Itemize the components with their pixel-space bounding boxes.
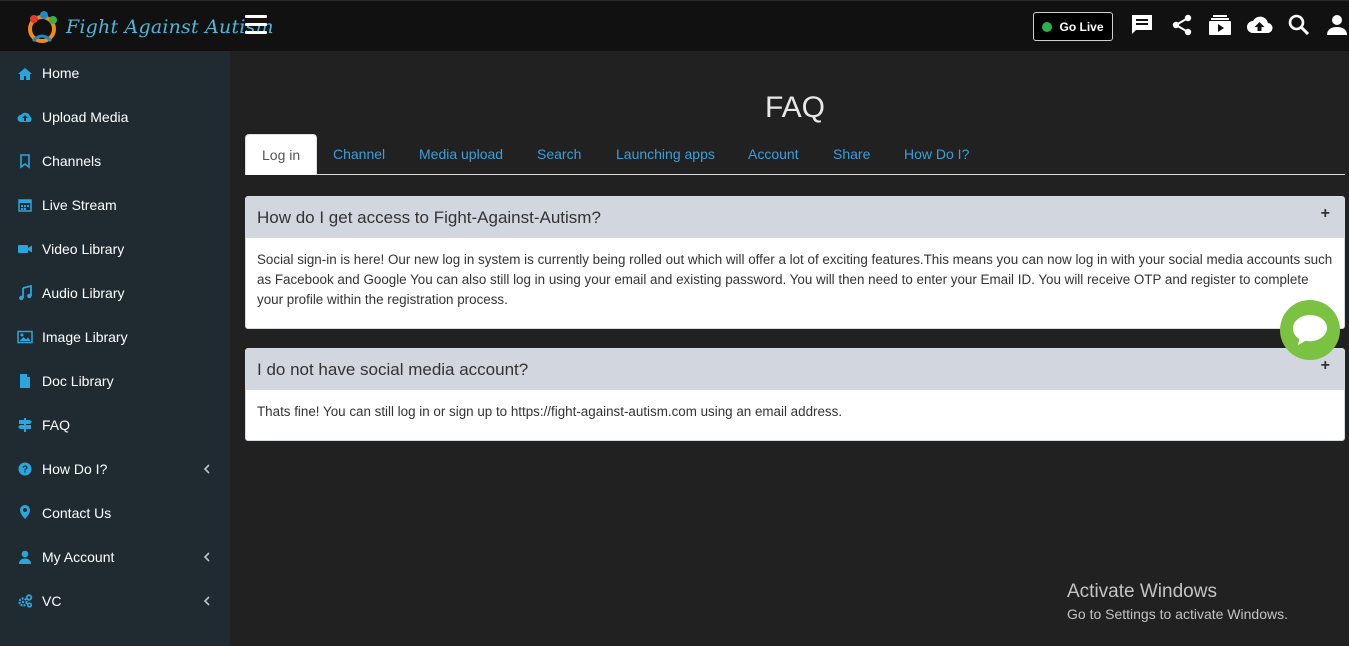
sidebar-item-doc-library[interactable]: Doc Library (0, 359, 230, 403)
logo-text: Fight Against Autism (66, 16, 274, 38)
sidebar-item-label: FAQ (42, 417, 71, 433)
video-playlist-icon[interactable] (1208, 13, 1232, 37)
watermark-subtitle: Go to Settings to activate Windows. (1067, 606, 1288, 622)
map-marker-icon (20, 505, 30, 519)
live-status-dot (1042, 21, 1053, 32)
sidebar-item-live-stream[interactable]: Live Stream (0, 183, 230, 227)
sidebar-item-image-library[interactable]: Image Library (0, 315, 230, 359)
chat-bubble-icon (1293, 315, 1327, 345)
tab-log-in[interactable]: Log in (245, 134, 318, 175)
sidebar-item-label: Live Stream (42, 197, 117, 213)
sidebar-item-label: Image Library (42, 329, 128, 345)
sidebar-item-my-account[interactable]: My Account (0, 535, 230, 579)
sidebar-item-audio-library[interactable]: Audio Library (0, 271, 230, 315)
share-icon[interactable] (1170, 13, 1194, 37)
tab-channel[interactable]: Channel (333, 134, 385, 175)
faq-panel: How do I get access to Fight-Against-Aut… (245, 196, 1345, 329)
sidebar-item-how-do-i[interactable]: ? How Do I? (0, 447, 230, 491)
menu-bar (245, 23, 267, 26)
cogs-icon (18, 594, 33, 608)
image-icon (17, 330, 33, 344)
tab-how-do-i[interactable]: How Do I? (904, 134, 969, 175)
tab-share[interactable]: Share (833, 134, 870, 175)
sidebar-item-home[interactable]: Home (0, 51, 230, 95)
logo[interactable]: Fight Against Autism (24, 9, 274, 45)
faq-question-header[interactable]: I do not have social media account? + (246, 349, 1344, 390)
sidebar-item-video-library[interactable]: Video Library (0, 227, 230, 271)
faq-answer: Thats fine! You can still log in or sign… (257, 404, 843, 419)
tab-launching-apps[interactable]: Launching apps (616, 134, 715, 175)
user-icon[interactable] (1325, 13, 1349, 37)
question-circle-icon: ? (18, 462, 32, 476)
svg-text:?: ? (22, 465, 28, 476)
sidebar-item-channels[interactable]: Channels (0, 139, 230, 183)
menu-bar (245, 15, 267, 18)
calendar-icon (18, 199, 32, 212)
cloud-upload-icon (17, 112, 32, 122)
logo-mark-icon (28, 11, 57, 43)
video-camera-icon (18, 245, 32, 253)
go-live-button[interactable]: Go Live (1033, 12, 1113, 41)
document-icon (20, 374, 30, 388)
chevron-left-icon (203, 552, 210, 562)
signpost-icon (18, 418, 32, 432)
sidebar-item-label: Upload Media (42, 109, 129, 125)
chevron-left-icon (203, 464, 210, 474)
sidebar-item-faq[interactable]: FAQ (0, 403, 230, 447)
menu-bar (245, 31, 267, 34)
sidebar-item-contact-us[interactable]: Contact Us (0, 491, 230, 535)
message-icon[interactable] (1130, 13, 1154, 37)
expand-plus-icon[interactable]: + (1321, 357, 1330, 375)
bookmark-icon (20, 154, 30, 169)
sidebar-item-label: VC (42, 593, 62, 609)
windows-activation-watermark: Activate Windows Go to Settings to activ… (1067, 581, 1288, 622)
music-note-icon (19, 285, 32, 301)
sidebar: Home Upload Media Channels Live Stream V… (0, 51, 230, 646)
tab-account[interactable]: Account (748, 134, 799, 175)
faq-panel: I do not have social media account? + Th… (245, 348, 1345, 441)
main-content: FAQ Log in Channel Media upload Search L… (230, 51, 1349, 646)
tab-search[interactable]: Search (537, 134, 581, 175)
sidebar-item-label: Contact Us (42, 505, 112, 521)
sidebar-item-label: My Account (42, 549, 115, 565)
user-icon (19, 550, 31, 564)
faq-tabs: Log in Channel Media upload Search Launc… (245, 134, 1345, 175)
tab-media-upload[interactable]: Media upload (419, 134, 503, 175)
page-title: FAQ (764, 91, 825, 124)
sidebar-item-label: Channels (42, 153, 102, 169)
sidebar-item-label: Video Library (42, 241, 125, 257)
search-icon[interactable] (1287, 13, 1311, 37)
cloud-upload-icon[interactable] (1246, 13, 1273, 37)
sidebar-item-label: Audio Library (42, 285, 125, 301)
chat-widget-button[interactable] (1280, 300, 1340, 360)
watermark-title: Activate Windows (1067, 581, 1217, 602)
faq-question: How do I get access to Fight-Against-Aut… (257, 207, 601, 227)
sidebar-item-label: Home (42, 65, 80, 81)
chevron-left-icon (203, 596, 210, 606)
sidebar-item-vc[interactable]: VC (0, 579, 230, 623)
go-live-label: Go Live (1059, 19, 1104, 34)
sidebar-item-label: Doc Library (42, 373, 114, 389)
menu-toggle-button[interactable] (245, 15, 267, 35)
sidebar-item-upload-media[interactable]: Upload Media (0, 95, 230, 139)
home-icon (18, 68, 32, 80)
faq-answer: Social sign-in is here! Our new log in s… (257, 252, 1333, 307)
sidebar-item-label: How Do I? (42, 461, 108, 477)
top-navbar: Fight Against Autism Go Live (0, 0, 1349, 51)
expand-plus-icon[interactable]: + (1321, 205, 1330, 223)
faq-question: I do not have social media account? (257, 359, 529, 379)
faq-question-header[interactable]: How do I get access to Fight-Against-Aut… (246, 197, 1344, 238)
